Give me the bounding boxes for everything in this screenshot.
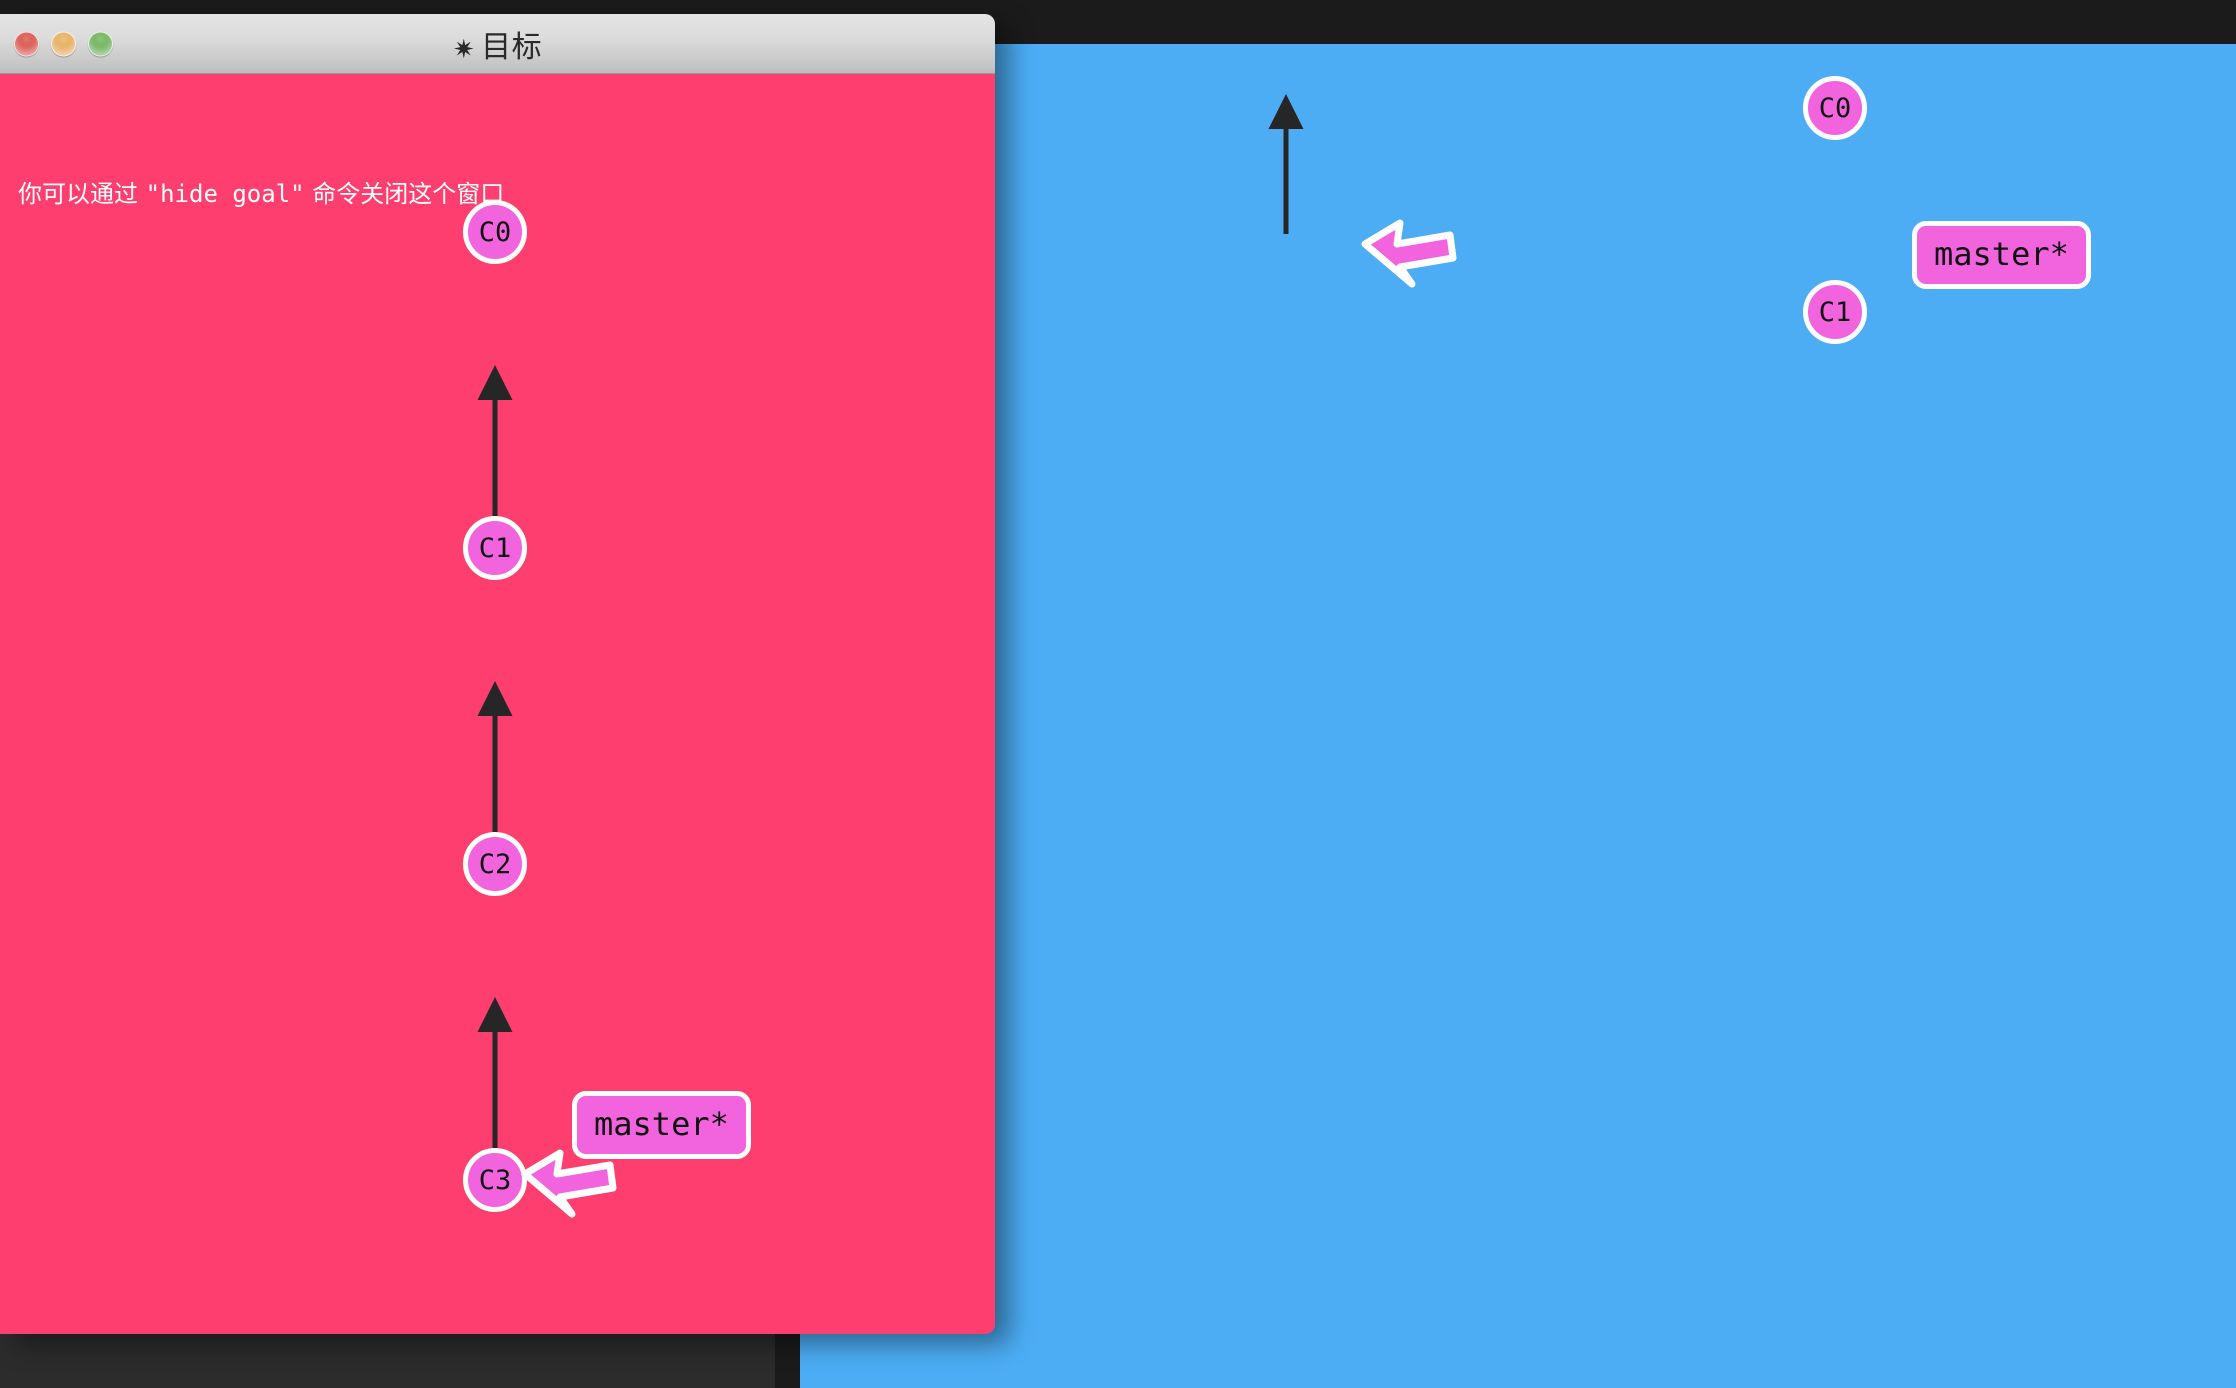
main-git-visualization-canvas[interactable]: C0 C1 master* xyxy=(800,44,2236,1388)
goal-window-body: 你可以通过 "hide goal" 命令关闭这个窗口 xyxy=(0,74,995,1334)
app-root: C0 C1 master* ✷目标 你可以通过 "hide xyxy=(0,0,2236,1388)
branch-name: master* xyxy=(1934,235,2069,273)
branch-label-master[interactable]: master* xyxy=(572,1091,751,1159)
pointer-arrow-master xyxy=(1365,223,1453,284)
goal-branch-pointer-arrow xyxy=(0,74,995,1334)
goal-git-graph: C0 C1 C2 C3 master* xyxy=(0,74,995,1334)
main-git-graph: C0 C1 master* xyxy=(800,44,2236,1388)
goal-window[interactable]: ✷目标 你可以通过 "hide goal" 命令关闭这个窗口 xyxy=(0,14,995,1334)
gear-icon: ✷ xyxy=(453,35,475,65)
pointer-arrow-master xyxy=(525,1153,613,1214)
branch-name: master* xyxy=(594,1105,729,1143)
branch-label-master[interactable]: master* xyxy=(1912,221,2091,289)
page-title: 目标 xyxy=(481,30,542,65)
